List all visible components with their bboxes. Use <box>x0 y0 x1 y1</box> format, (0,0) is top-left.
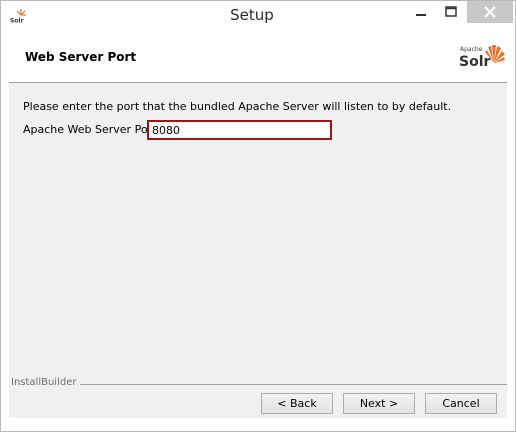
minimize-button[interactable] <box>406 1 436 23</box>
solr-burst-icon <box>485 45 505 63</box>
divider <box>75 384 507 385</box>
maximize-button[interactable] <box>436 1 466 23</box>
brand-row: InstallBuilder <box>9 377 507 391</box>
minimize-icon <box>416 14 426 16</box>
intro-text: Please enter the port that the bundled A… <box>23 100 452 113</box>
cancel-button[interactable]: Cancel <box>425 393 497 414</box>
next-button[interactable]: Next > <box>343 393 415 414</box>
logo-small-text: Apache <box>460 46 483 53</box>
close-icon <box>484 6 496 18</box>
title-bar[interactable]: Solr Setup <box>1 1 515 31</box>
port-input[interactable] <box>147 120 332 140</box>
apache-solr-logo: Apache Solr <box>457 42 507 74</box>
page-title: Web Server Port <box>25 50 137 64</box>
port-label: Apache Web Server Port <box>23 123 157 136</box>
page-header: Web Server Port Apache Solr <box>9 32 507 83</box>
setup-window: Solr Setup Web Server Port Apache Solr P… <box>0 0 516 432</box>
close-button[interactable] <box>467 1 513 23</box>
installbuilder-brand: InstallBuilder <box>11 377 81 388</box>
dialog-body: Please enter the port that the bundled A… <box>9 83 507 418</box>
back-button[interactable]: < Back <box>261 393 333 414</box>
